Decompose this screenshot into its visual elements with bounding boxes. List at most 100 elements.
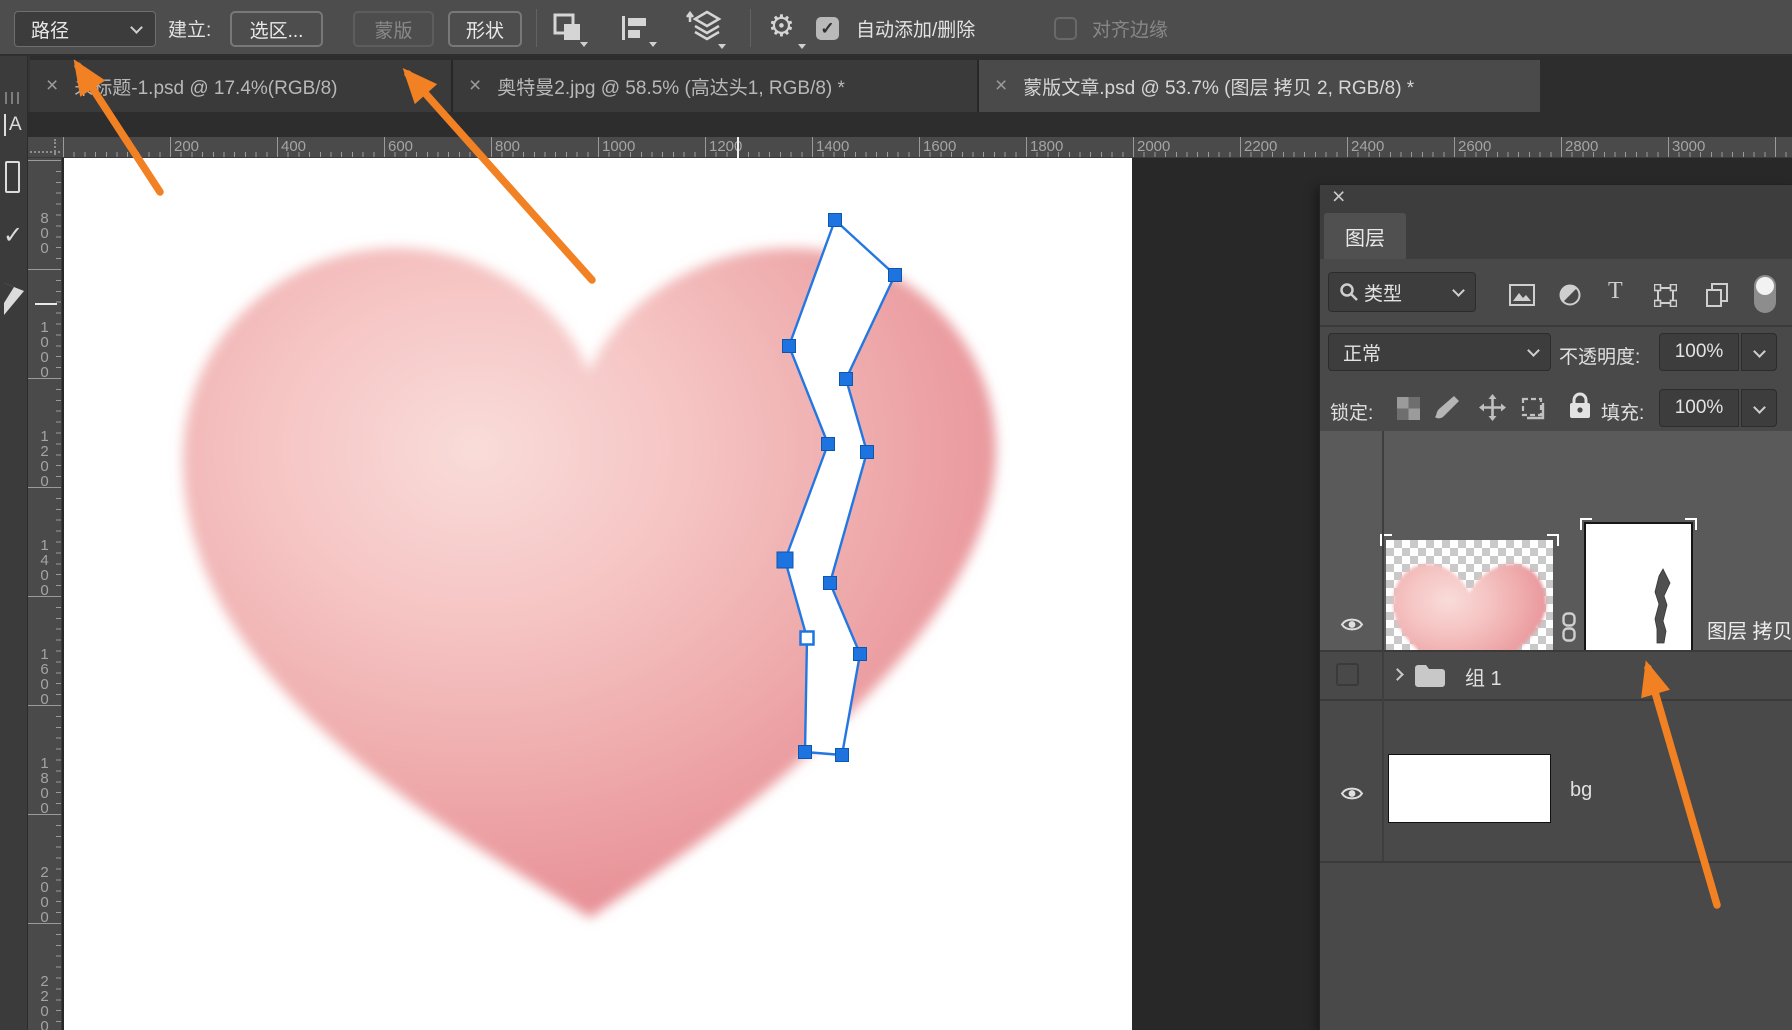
- fill-dropdown-button[interactable]: [1741, 389, 1777, 427]
- tab-untitled-1[interactable]: × 未标题-1.psd @ 17.4%(RGB/8): [30, 60, 451, 112]
- lock-artboard-icon[interactable]: [1519, 395, 1547, 421]
- chevron-down-icon: [1753, 345, 1766, 358]
- blend-mode-dropdown[interactable]: 正常: [1328, 333, 1551, 371]
- commit-check-icon[interactable]: ✓: [3, 221, 23, 250]
- filter-shape-layers-icon[interactable]: [1654, 284, 1677, 307]
- blend-mode-value: 正常: [1343, 339, 1381, 366]
- make-shape-button[interactable]: 形状: [448, 11, 522, 47]
- group-name[interactable]: 组 1: [1465, 662, 1502, 691]
- layer-filter-dropdown[interactable]: 类型: [1328, 272, 1476, 312]
- divider: [536, 9, 537, 47]
- search-icon: [1339, 282, 1359, 302]
- vertical-ruler[interactable]: 8001000120014001600180020002200: [28, 158, 62, 1030]
- marquee-tool-icon[interactable]: [5, 161, 20, 193]
- eye-column-divider: [1382, 431, 1384, 861]
- flyout-arrow-icon: [798, 44, 806, 49]
- chevron-down-icon: [1452, 284, 1465, 297]
- lock-transparency-icon[interactable]: [1397, 397, 1420, 420]
- path-anchor[interactable]: [777, 552, 793, 568]
- layer-name[interactable]: bg: [1570, 779, 1592, 802]
- align-edges-label: 对齐边缘: [1092, 0, 1168, 56]
- close-icon[interactable]: ×: [469, 74, 481, 98]
- layer-row-group[interactable]: 组 1: [1320, 652, 1792, 699]
- path-anchor[interactable]: [822, 438, 835, 451]
- make-selection-button[interactable]: 选区...: [230, 11, 323, 47]
- auto-add-delete-checkbox[interactable]: ✓: [816, 17, 839, 40]
- ruler-label: 1600: [36, 646, 53, 706]
- opacity-value-field[interactable]: 100%: [1659, 333, 1739, 371]
- close-icon[interactable]: ×: [995, 74, 1007, 98]
- path-anchor[interactable]: [840, 373, 853, 386]
- path-alignment-icon[interactable]: [620, 14, 654, 42]
- gear-icon[interactable]: ⚙: [768, 9, 795, 44]
- path-anchor[interactable]: [889, 269, 902, 282]
- path-arrangement-icon[interactable]: [682, 10, 726, 48]
- lock-pixels-brush-icon[interactable]: [1432, 394, 1460, 422]
- visibility-toggle-empty[interactable]: [1336, 663, 1359, 686]
- panel-tab-row: 图层: [1320, 213, 1792, 259]
- chevron-down-icon: [1527, 344, 1540, 357]
- document-tab-bar: × 未标题-1.psd @ 17.4%(RGB/8) × 奥特曼2.jpg @ …: [0, 56, 1792, 137]
- fill-value-field[interactable]: 100%: [1659, 389, 1739, 427]
- ruler-label: 1800: [1030, 138, 1063, 155]
- tab-title: 奥特曼2.jpg @ 58.5% (高达头1, RGB/8) *: [497, 73, 845, 100]
- close-icon[interactable]: ×: [1332, 183, 1345, 210]
- panel-grip[interactable]: [5, 92, 21, 104]
- ruler-label: 2200: [1244, 138, 1277, 155]
- path-anchor[interactable]: [836, 749, 849, 762]
- layer-row-bg[interactable]: bg: [1320, 701, 1792, 861]
- layer-thumbnail-bg[interactable]: [1388, 754, 1551, 823]
- close-icon[interactable]: ×: [46, 74, 58, 98]
- mask-link-icon[interactable]: [1560, 612, 1578, 642]
- path-anchor[interactable]: [801, 632, 814, 645]
- group-expand-chevron-icon[interactable]: [1391, 668, 1404, 681]
- layer-name[interactable]: 图层 拷贝 2: [1707, 615, 1792, 644]
- make-label: 建立:: [168, 0, 211, 56]
- path-anchor[interactable]: [829, 214, 842, 227]
- document-canvas[interactable]: [64, 158, 1132, 1030]
- tab-ultraman2[interactable]: × 奥特曼2.jpg @ 58.5% (高达头1, RGB/8) *: [451, 60, 977, 112]
- filter-adjustment-layers-icon[interactable]: [1559, 284, 1581, 306]
- opacity-dropdown-button[interactable]: [1741, 333, 1777, 371]
- type-tool-icon[interactable]: A: [4, 114, 22, 136]
- layer-row-selected[interactable]: 图层 拷贝 2: [1320, 431, 1792, 650]
- path-operations-icon[interactable]: [552, 12, 588, 46]
- tool-mode-dropdown[interactable]: 路径: [14, 11, 156, 47]
- path-anchor[interactable]: [799, 746, 812, 759]
- horizontal-ruler[interactable]: 2004006008001000120014001600180020002200…: [62, 137, 1792, 158]
- ruler-label: 800: [36, 210, 53, 255]
- flyout-arrow-icon: [649, 42, 657, 47]
- shape-tool-icon[interactable]: [2, 281, 26, 317]
- lock-all-icon[interactable]: [1569, 392, 1591, 419]
- flyout-arrow-icon: [580, 42, 588, 47]
- make-mask-button[interactable]: 蒙版: [353, 11, 434, 47]
- lock-position-move-icon[interactable]: [1479, 394, 1506, 421]
- heart-artwork: [183, 248, 996, 918]
- divider: [750, 9, 751, 47]
- panel-body: 类型 T: [1320, 259, 1792, 1030]
- tab-layers[interactable]: 图层: [1324, 213, 1406, 259]
- tool-options-bar: 路径 建立: 选区... 蒙版 形状 ⚙ ✓ 自动添加/删除: [0, 0, 1792, 56]
- tab-mask-article[interactable]: × 蒙版文章.psd @ 53.7% (图层 拷贝 2, RGB/8) *: [977, 60, 1540, 112]
- filter-smart-objects-icon[interactable]: [1706, 283, 1728, 307]
- chevron-down-icon: [1753, 401, 1766, 414]
- left-panel-edge: A ✓: [0, 56, 28, 1030]
- panel-header: ×: [1320, 185, 1792, 213]
- ruler-label: 2200: [36, 973, 53, 1030]
- selection-bracket: [1580, 518, 1592, 530]
- filter-type-layers-icon[interactable]: T: [1608, 278, 1623, 305]
- canvas-artwork: [64, 158, 1132, 1030]
- path-anchor[interactable]: [824, 577, 837, 590]
- filter-pixel-layers-icon[interactable]: [1509, 284, 1535, 306]
- ruler-origin-box[interactable]: [28, 137, 62, 158]
- eye-visibility-icon[interactable]: [1340, 785, 1364, 802]
- path-anchor[interactable]: [861, 446, 874, 459]
- align-edges-checkbox[interactable]: [1054, 17, 1077, 40]
- filter-toggle-switch[interactable]: [1754, 275, 1776, 313]
- layers-panel: × 图层 类型 T: [1319, 184, 1792, 1030]
- ruler-label: 1800: [36, 755, 53, 815]
- ruler-label: 2000: [1137, 138, 1170, 155]
- path-anchor[interactable]: [783, 340, 796, 353]
- eye-visibility-icon[interactable]: [1340, 616, 1364, 633]
- path-anchor[interactable]: [854, 648, 867, 661]
